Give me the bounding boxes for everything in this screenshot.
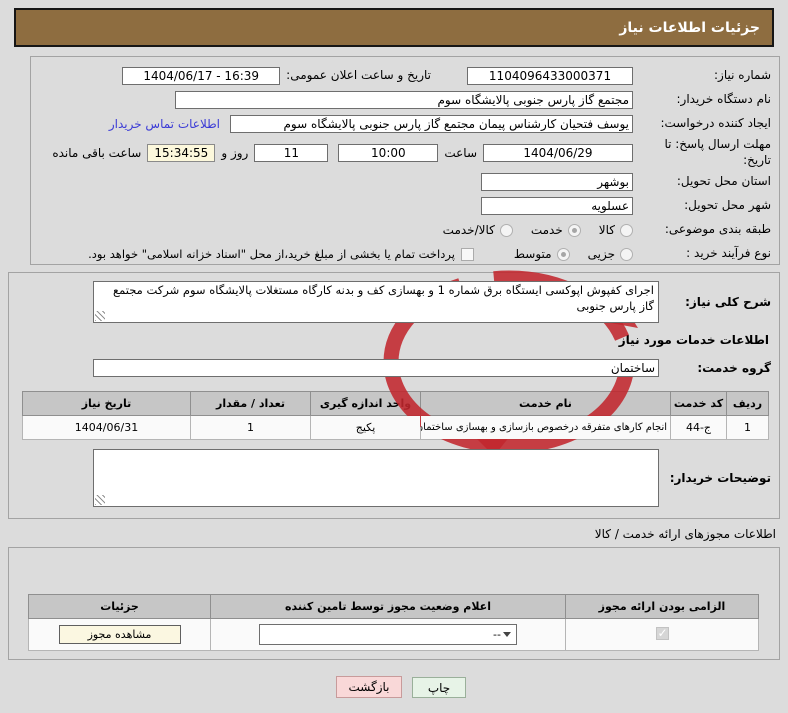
announce-datetime-input[interactable]: 1404/06/17 - 16:39 xyxy=(122,67,281,85)
process-type-row: نوع فرآیند خرید : جزیی متوسط پرداخت تمام… xyxy=(39,243,771,265)
radio-partial-label: جزیی xyxy=(587,247,615,261)
services-section-title: اطلاعات خدمات مورد نیاز xyxy=(618,333,769,347)
services-table: ردیف کد خدمت نام خدمت واحد اندازه گیری ت… xyxy=(22,391,769,440)
col-license-required: الزامی بودن ارائه مجوز xyxy=(565,594,759,619)
service-group-row: گروه خدمت: ساختمان xyxy=(17,357,771,379)
city-input[interactable]: عسلویه xyxy=(481,197,633,215)
need-number-label: شماره نیاز: xyxy=(714,68,771,83)
service-group-input[interactable]: ساختمان xyxy=(93,359,659,377)
deadline-time-input[interactable]: 10:00 xyxy=(338,144,439,162)
buyer-org-input[interactable]: مجتمع گاز پارس جنوبی پالایشگاه سوم xyxy=(175,91,633,109)
cell-row-index: 1 xyxy=(726,415,769,440)
licenses-panel: الزامی بودن ارائه مجوز اعلام وضعیت مجوز … xyxy=(8,547,780,660)
radio-medium[interactable] xyxy=(556,247,570,261)
services-table-header-row: ردیف کد خدمت نام خدمت واحد اندازه گیری ت… xyxy=(22,391,769,416)
col-row-index: ردیف xyxy=(726,391,769,416)
cell-service-name: انجام کارهای متفرقه درخصوص بازسازی و بهس… xyxy=(420,415,671,440)
deadline-row: مهلت ارسال پاسخ: تا تاریخ: 1404/06/29 سا… xyxy=(39,137,771,169)
cell-license-status: -- xyxy=(210,618,566,651)
license-required-checkbox xyxy=(655,626,669,640)
license-row: -- مشاهده مجوز xyxy=(28,618,759,651)
radio-medium-label: متوسط xyxy=(513,247,552,261)
service-row: 1 ج-44 انجام کارهای متفرقه درخصوص بازساز… xyxy=(22,415,769,440)
col-need-date: تاریخ نیاز xyxy=(22,391,191,416)
licenses-table-header-row: الزامی بودن ارائه مجوز اعلام وضعیت مجوز … xyxy=(28,594,759,619)
view-license-button[interactable]: مشاهده مجوز xyxy=(58,625,181,644)
cell-quantity: 1 xyxy=(190,415,311,440)
process-type-label: نوع فرآیند خرید : xyxy=(686,246,771,261)
need-desc-label: شرح کلی نیاز: xyxy=(685,295,771,309)
treasury-note: پرداخت تمام یا بخشی از مبلغ خرید،از محل … xyxy=(88,247,455,261)
need-desc-textarea[interactable]: اجرای کفپوش اپوکسی ایستگاه برق شماره 1 و… xyxy=(93,281,659,323)
treasury-checkbox[interactable] xyxy=(460,247,474,261)
city-row: شهر محل تحویل: عسلویه xyxy=(39,195,771,217)
province-label: استان محل تحویل: xyxy=(676,174,771,189)
cell-license-required xyxy=(565,618,759,651)
deadline-time-label: ساعت xyxy=(444,146,477,160)
remaining-days-box: 11 xyxy=(254,144,329,162)
radio-goods[interactable] xyxy=(620,223,633,237)
request-creator-input[interactable]: یوسف فتحیان کارشناس پیمان مجتمع گاز پارس… xyxy=(230,115,633,133)
chevron-down-icon xyxy=(503,632,511,637)
province-input[interactable]: بوشهر xyxy=(481,173,633,191)
print-button[interactable]: چاپ xyxy=(412,677,466,698)
deadline-label: مهلت ارسال پاسخ: تا تاریخ: xyxy=(664,137,771,167)
buyer-org-row: نام دستگاه خریدار: مجتمع گاز پارس جنوبی … xyxy=(39,89,771,111)
request-creator-row: ایجاد کننده درخواست: یوسف فتحیان کارشناس… xyxy=(39,113,771,135)
buyer-notes-textarea[interactable] xyxy=(93,449,659,507)
page: { "title": "جزئیات اطلاعات نیاز", "form"… xyxy=(0,0,788,713)
cell-service-code: ج-44 xyxy=(670,415,727,440)
license-status-value: -- xyxy=(493,628,501,641)
col-unit: واحد اندازه گیری xyxy=(310,391,421,416)
col-service-name: نام خدمت xyxy=(420,391,671,416)
page-title-bar: جزئیات اطلاعات نیاز xyxy=(14,8,774,47)
col-service-code: کد خدمت xyxy=(670,391,727,416)
radio-partial[interactable] xyxy=(620,247,633,261)
province-row: استان محل تحویل: بوشهر xyxy=(39,171,771,193)
city-label: شهر محل تحویل: xyxy=(684,198,771,213)
service-group-label: گروه خدمت: xyxy=(697,361,771,375)
remaining-days-label: روز و xyxy=(221,146,249,160)
col-quantity: تعداد / مقدار xyxy=(190,391,311,416)
license-status-select[interactable]: -- xyxy=(259,624,517,645)
licenses-section-title: اطلاعات مجوزهای ارائه خدمت / کالا xyxy=(594,527,776,541)
col-license-status: اعلام وضعیت مجوز توسط تامین کننده xyxy=(210,594,566,619)
classification-label: طبقه بندی موضوعی: xyxy=(664,222,771,237)
countdown-label: ساعت باقی مانده xyxy=(52,146,142,160)
back-button[interactable]: بازگشت xyxy=(336,676,402,698)
need-number-row: شماره نیاز: 1104096433000371 تاریخ و ساع… xyxy=(39,65,771,87)
radio-goods-service[interactable] xyxy=(499,223,513,237)
deadline-date-input[interactable]: 1404/06/29 xyxy=(483,144,633,162)
col-license-details: جزئیات xyxy=(28,594,211,619)
announce-datetime-label: تاریخ و ساعت اعلان عمومی: xyxy=(286,68,431,83)
request-creator-label: ایجاد کننده درخواست: xyxy=(660,116,771,131)
radio-goods-service-label: کالا/خدمت xyxy=(442,223,495,237)
classification-row: طبقه بندی موضوعی: کالا خدمت کالا/خدمت xyxy=(39,219,771,241)
need-desc-row: شرح کلی نیاز: اجرای کفپوش اپوکسی ایستگاه… xyxy=(17,281,771,323)
buyer-org-label: نام دستگاه خریدار: xyxy=(676,92,772,107)
buyer-contact-link[interactable]: اطلاعات تماس خریدار xyxy=(109,117,220,131)
services-panel: شرح کلی نیاز: اجرای کفپوش اپوکسی ایستگاه… xyxy=(8,272,780,519)
need-info-panel: شماره نیاز: 1104096433000371 تاریخ و ساع… xyxy=(30,56,780,265)
countdown-box: 15:34:55 xyxy=(147,144,216,162)
licenses-table: الزامی بودن ارائه مجوز اعلام وضعیت مجوز … xyxy=(28,594,759,651)
radio-goods-label: کالا xyxy=(598,223,615,237)
buyer-notes-label: توضیحات خریدار: xyxy=(669,471,771,485)
page-title: جزئیات اطلاعات نیاز xyxy=(619,19,760,36)
buyer-notes-row: توضیحات خریدار: xyxy=(17,449,771,507)
cell-unit: پکیج xyxy=(310,415,421,440)
cell-license-details: مشاهده مجوز xyxy=(28,618,211,651)
cell-need-date: 1404/06/31 xyxy=(22,415,191,440)
radio-service[interactable] xyxy=(567,223,581,237)
need-number-input[interactable]: 1104096433000371 xyxy=(467,67,633,85)
radio-service-label: خدمت xyxy=(530,223,563,237)
